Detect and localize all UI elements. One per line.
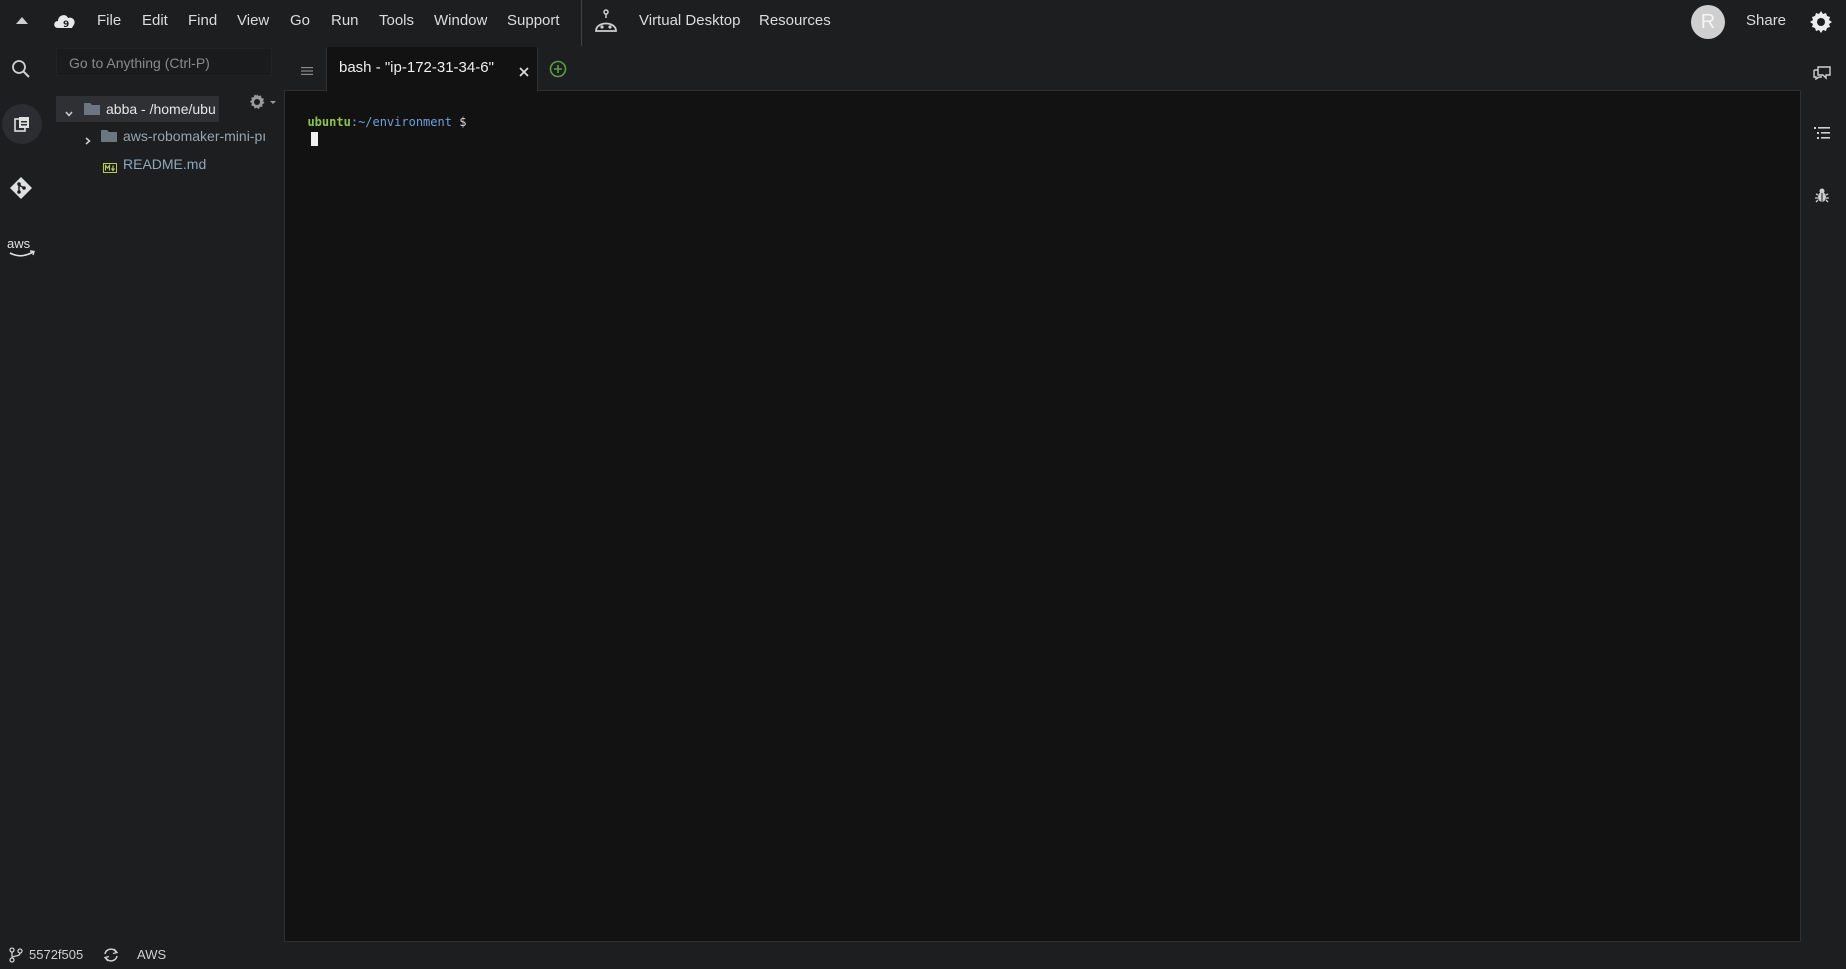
debug-icon[interactable] — [1814, 186, 1830, 209]
terminal-prompt-symbol: $ — [451, 115, 467, 129]
tree-root-label: abba - /home/ubu — [106, 101, 216, 117]
editor-panel[interactable] — [284, 46, 1801, 942]
menu-file[interactable]: File — [97, 0, 121, 42]
menu-tools[interactable]: Tools — [379, 0, 414, 42]
tree-file-label: README.md — [123, 156, 207, 172]
terminal-path: :~/environment — [350, 115, 452, 129]
tree-folder-label: aws-robomaker-mini-pı — [123, 128, 267, 144]
search-input[interactable]: Go to Anything (Ctrl-P) — [56, 48, 272, 76]
svg-text:aws: aws — [7, 236, 31, 251]
collapse-up-icon[interactable] — [14, 14, 30, 33]
close-icon[interactable] — [519, 64, 529, 82]
outline-icon[interactable] — [1813, 125, 1831, 146]
tree-folder-row[interactable]: aws-robomaker-mini-pı — [56, 124, 268, 148]
menu-go[interactable]: Go — [290, 0, 310, 42]
chevron-right-icon[interactable] — [84, 133, 92, 151]
menu-window[interactable]: Window — [434, 0, 487, 42]
avatar[interactable]: R — [1691, 5, 1725, 39]
chat-icon[interactable] — [1812, 64, 1832, 87]
terminal-user: ubuntu — [307, 115, 351, 129]
files-icon — [13, 115, 31, 138]
add-tab-icon[interactable] — [549, 60, 567, 83]
chevron-down-icon[interactable] — [64, 105, 74, 123]
markdown-file-icon — [103, 160, 117, 178]
panel-menu-icon[interactable] — [301, 63, 313, 81]
search-icon[interactable] — [11, 59, 31, 84]
menu-view[interactable]: View — [237, 0, 269, 42]
menu-bar: 9 File Edit Find View Go Run Tools Windo… — [0, 0, 1846, 46]
aws-icon[interactable]: aws — [6, 236, 38, 265]
terminal-cursor — [311, 131, 319, 146]
settings-gear-icon[interactable] — [248, 93, 278, 116]
menu-edit[interactable]: Edit — [142, 0, 168, 42]
gear-icon[interactable] — [1809, 10, 1833, 39]
menu-divider — [581, 0, 582, 46]
tree-root-row[interactable]: abba - /home/ubu — [56, 96, 219, 122]
tab-terminal[interactable]: bash - "ip-172-31-34-6" — [326, 47, 538, 92]
share-button[interactable]: Share — [1746, 0, 1786, 42]
virtual-desktop-menu[interactable]: Virtual Desktop — [639, 0, 740, 42]
folder-icon — [83, 101, 101, 121]
robot-icon[interactable] — [592, 9, 620, 40]
git-icon[interactable] — [9, 176, 33, 205]
tab-title: bash - "ip-172-31-34-6" — [339, 59, 494, 76]
cloud9-icon[interactable]: 9 — [52, 10, 78, 37]
activity-bar: aws — [0, 46, 46, 946]
svg-text:9: 9 — [63, 20, 69, 30]
aws-status[interactable]: AWS — [137, 944, 166, 966]
terminal-prompt[interactable]: ubuntu:~/environment $ — [293, 98, 466, 146]
menu-find[interactable]: Find — [188, 0, 217, 42]
folder-icon — [100, 128, 118, 148]
menu-run[interactable]: Run — [331, 0, 359, 42]
avatar-letter: R — [1700, 11, 1716, 33]
resources-menu[interactable]: Resources — [759, 0, 831, 42]
tree-file-row[interactable]: README.md — [56, 152, 268, 176]
files-button[interactable] — [2, 104, 42, 144]
menu-support[interactable]: Support — [507, 0, 560, 42]
commit-hash[interactable]: 5572f505 — [29, 944, 83, 966]
